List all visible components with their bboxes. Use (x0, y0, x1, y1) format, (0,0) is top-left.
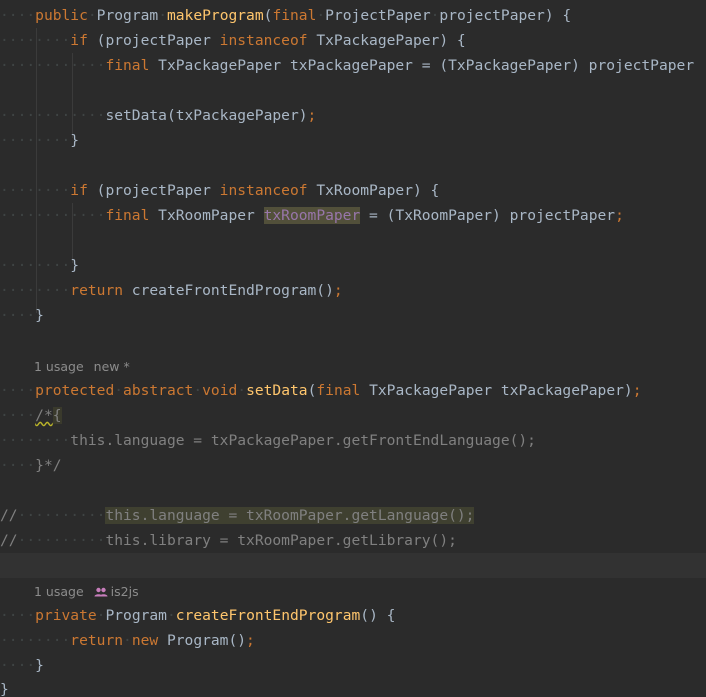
keyword: final (105, 57, 150, 74)
code-editor[interactable]: ····public·Program·makeProgram(final·Pro… (0, 0, 706, 697)
keyword: return (70, 632, 124, 649)
keyword: return (70, 282, 124, 299)
code-line[interactable]: ····public·Program·makeProgram(final·Pro… (0, 3, 706, 28)
comment-text: this.library = txRoomPaper.getLibrary(); (105, 532, 457, 549)
line-comment-marker: // (0, 532, 18, 549)
method-name: setData (246, 382, 308, 399)
usage-hint[interactable]: 1 usage new * (34, 354, 634, 379)
brace: } (70, 257, 80, 274)
code-line[interactable]: ············final TxRoomPaper txRoomPape… (0, 203, 706, 228)
code-line[interactable]: ········if (projectPaper instanceof TxRo… (0, 178, 706, 203)
usage-count[interactable]: 1 usage (34, 359, 84, 374)
line-comment-marker: // (0, 507, 18, 524)
usage-hint[interactable]: 1 usage is2js (34, 579, 634, 604)
code-line[interactable]: ············setData(txPackagePaper); (0, 103, 706, 128)
code-line[interactable] (0, 328, 706, 353)
semicolon: ; (615, 207, 624, 224)
code-text: TxPackagePaper) { (307, 32, 466, 49)
code-line[interactable]: ········return createFrontEndProgram(); (0, 278, 706, 303)
keyword: final (316, 382, 361, 399)
keyword: instanceof (219, 182, 308, 199)
code-line[interactable] (0, 78, 706, 103)
code-line[interactable]: ········} (0, 128, 706, 153)
code-text: TxPackagePaper txPackagePaper = (TxPacka… (149, 57, 695, 74)
keyword: if (70, 32, 88, 49)
keyword: private (35, 607, 97, 624)
code-text: setData(txPackagePaper) (105, 107, 308, 124)
code-text: = (TxRoomPaper) projectPaper (360, 207, 616, 224)
semicolon: ; (246, 632, 255, 649)
semicolon: ; (307, 107, 317, 124)
code-line[interactable]: ····} (0, 303, 706, 328)
type-name: ProjectPaper (325, 7, 431, 24)
type-name: Program (96, 7, 159, 24)
code-text: TxRoomPaper) { (307, 182, 440, 199)
code-line[interactable]: //··········this.library = txRoomPaper.g… (0, 528, 706, 553)
brace: ) { (544, 7, 572, 24)
code-line[interactable]: ········this.language = txPackagePaper.g… (0, 428, 706, 453)
code-line[interactable]: } (0, 677, 706, 697)
keyword: new (131, 632, 159, 649)
code-line[interactable] (0, 478, 706, 503)
keyword: void (202, 382, 238, 399)
code-text: (projectPaper (87, 32, 220, 49)
keyword: if (70, 182, 88, 199)
keyword: instanceof (219, 32, 308, 49)
code-text: (projectPaper (87, 182, 220, 199)
code-text: TxPackagePaper txPackagePaper) (360, 382, 633, 399)
code-line[interactable]: ····protected·abstract·void·setData(fina… (0, 378, 706, 403)
code-line[interactable] (0, 153, 706, 178)
code-line[interactable]: ····private·Program·createFrontEndProgra… (0, 603, 706, 628)
comment-end: }*/ (35, 457, 62, 474)
code-text: () { (360, 607, 396, 624)
comment-text: { (52, 407, 62, 424)
code-text: Program() (158, 632, 247, 649)
code-text: createFrontEndProgram() (123, 282, 334, 299)
param-name: projectPaper (439, 7, 545, 24)
method-name: makeProgram (166, 7, 264, 24)
method-name: createFrontEndProgram (175, 607, 361, 624)
semicolon: ; (333, 282, 343, 299)
brace: } (35, 307, 44, 324)
brace: } (0, 681, 9, 697)
keyword: public (35, 7, 88, 24)
comment-text: this.language = txRoomPaper.getLanguage(… (105, 507, 475, 524)
keyword: final (105, 207, 150, 224)
brace: } (70, 132, 80, 149)
comment-text: this.language = txPackagePaper.getFrontE… (70, 432, 536, 449)
code-line[interactable]: ····/*{ (0, 403, 706, 428)
code-line[interactable]: ····} (0, 653, 706, 678)
comment-start: /* (35, 407, 53, 424)
current-line[interactable] (0, 553, 706, 578)
keyword: abstract (123, 382, 194, 399)
author-label[interactable]: new * (94, 359, 130, 374)
type-name: Program (105, 607, 167, 624)
code-line[interactable]: ········} (0, 253, 706, 278)
usage-count[interactable]: 1 usage (34, 584, 84, 599)
code-line[interactable]: //··········this.language = txRoomPaper.… (0, 503, 706, 528)
keyword: final (272, 7, 317, 24)
code-line[interactable] (0, 228, 706, 253)
code-line[interactable]: ········return·new Program(); (0, 628, 706, 653)
people-icon (94, 580, 108, 604)
semicolon: ; (632, 382, 642, 399)
keyword: protected (35, 382, 115, 399)
code-line[interactable]: ········if (projectPaper instanceof TxPa… (0, 28, 706, 53)
brace: } (35, 657, 44, 674)
author-label[interactable]: is2js (111, 584, 139, 599)
code-line[interactable]: ····}*/ (0, 453, 706, 478)
code-line[interactable]: ············final TxPackagePaper txPacka… (0, 53, 706, 78)
type-name: TxRoomPaper (149, 207, 264, 224)
unused-variable: txRoomPaper (263, 207, 361, 224)
